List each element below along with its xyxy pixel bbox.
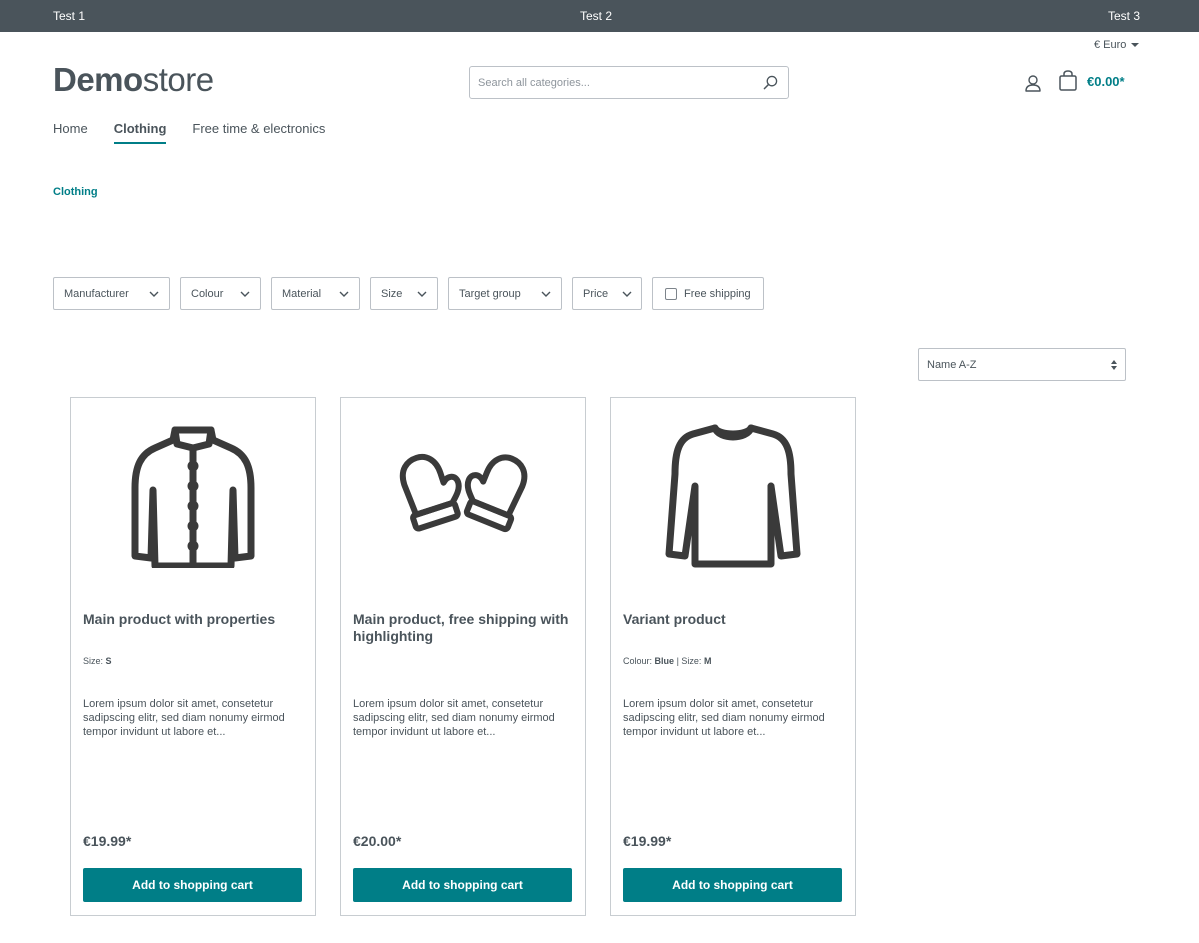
jacket-icon (131, 426, 255, 568)
filter-size[interactable]: Size (370, 277, 438, 310)
product-description: Lorem ipsum dolor sit amet, consetetur s… (353, 698, 555, 738)
user-icon (1025, 75, 1041, 92)
cart-total: €0.00* (1087, 73, 1125, 89)
nav-item-clothing[interactable]: Clothing (113, 121, 167, 144)
shopping-bag-icon (1059, 70, 1077, 91)
top-link-test-3[interactable]: Test 3 (1108, 9, 1140, 23)
property-value: S (105, 656, 112, 666)
logo-light-text: store (142, 61, 214, 98)
currency-selector[interactable]: € Euro (1094, 39, 1140, 51)
chevron-down-icon (541, 291, 551, 297)
chevron-down-icon (622, 291, 632, 297)
filter-label: Free shipping (684, 287, 751, 300)
property-label: Colour: (623, 656, 653, 666)
add-to-cart-button[interactable]: Add to shopping cart (353, 868, 572, 902)
product-description: Lorem ipsum dolor sit amet, consetetur s… (623, 698, 825, 738)
top-link-test-2[interactable]: Test 2 (580, 9, 612, 23)
chevron-down-icon (149, 291, 159, 297)
select-arrows-icon (1111, 359, 1117, 370)
product-price: €20.00* (353, 833, 402, 849)
filter-label: Price (583, 287, 609, 300)
filter-target-group[interactable]: Target group (448, 277, 562, 310)
chevron-down-icon (240, 291, 250, 297)
property-value: Blue (654, 656, 675, 666)
product-image[interactable] (611, 398, 855, 588)
currency-label: € Euro (1094, 39, 1127, 51)
breadcrumb[interactable]: Clothing (53, 186, 98, 198)
product-name[interactable]: Variant product (623, 611, 845, 628)
add-to-cart-button[interactable]: Add to shopping cart (83, 868, 302, 902)
filter-manufacturer[interactable]: Manufacturer (53, 277, 170, 310)
logo[interactable]: Demostore (53, 62, 214, 98)
cart-button[interactable]: €0.00* (1058, 70, 1125, 92)
nav-item-home[interactable]: Home (53, 121, 88, 144)
nav-item-free-time-electronics[interactable]: Free time & electronics (192, 121, 325, 144)
product-card: Main product with properties Size: S Lor… (70, 397, 316, 916)
product-name[interactable]: Main product, free shipping with highlig… (353, 611, 575, 645)
free-shipping-checkbox[interactable] (665, 287, 677, 300)
product-price: €19.99* (623, 833, 672, 849)
product-description: Lorem ipsum dolor sit amet, consetetur s… (83, 698, 285, 738)
filter-label: Manufacturer (64, 287, 129, 300)
search-icon (763, 75, 777, 90)
product-image[interactable] (341, 398, 585, 588)
filter-label: Colour (191, 287, 224, 300)
product-properties: Colour: Blue | Size: M (623, 656, 711, 666)
account-button[interactable] (1022, 72, 1044, 94)
filter-label: Target group (459, 287, 521, 300)
product-card: Variant product Colour: Blue | Size: M L… (610, 397, 856, 916)
filter-free-shipping[interactable]: Free shipping (652, 277, 764, 310)
property-label: Size: (83, 656, 104, 666)
caret-down-icon (1131, 43, 1140, 47)
product-image[interactable] (71, 398, 315, 588)
add-to-cart-button[interactable]: Add to shopping cart (623, 868, 842, 902)
product-card: Main product, free shipping with highlig… (340, 397, 586, 916)
mittens-icon (399, 454, 528, 533)
search-input[interactable] (470, 67, 752, 98)
sort-select[interactable]: Name A-Z (918, 348, 1126, 381)
sort-selected-value: Name A-Z (927, 358, 977, 371)
chevron-down-icon (417, 291, 427, 297)
search-bar (469, 66, 789, 99)
property-value: M (703, 656, 712, 666)
product-price: €19.99* (83, 833, 132, 849)
property-label: Size: (681, 656, 702, 666)
top-bar: Test 1 Test 2 Test 3 (0, 0, 1199, 32)
filter-material[interactable]: Material (271, 277, 360, 310)
product-name[interactable]: Main product with properties (83, 611, 305, 628)
filter-colour[interactable]: Colour (180, 277, 261, 310)
filter-label: Material (282, 287, 322, 300)
product-properties: Size: S (83, 656, 112, 666)
main-navigation: Home Clothing Free time & electronics (53, 121, 325, 144)
search-button[interactable] (752, 67, 788, 98)
filter-price[interactable]: Price (572, 277, 642, 310)
longsleeve-shirt-icon (665, 424, 801, 568)
top-link-test-1[interactable]: Test 1 (53, 9, 85, 23)
filter-panel: Manufacturer Colour Material Size Target… (53, 277, 764, 310)
filter-label: Size (381, 287, 403, 300)
logo-bold-text: Demo (53, 61, 143, 98)
chevron-down-icon (339, 291, 349, 297)
